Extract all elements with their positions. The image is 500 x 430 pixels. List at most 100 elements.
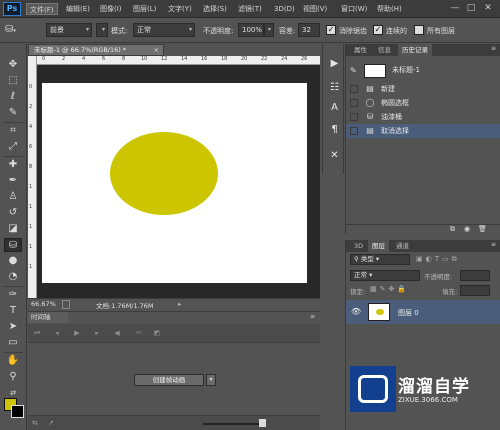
ruler-vertical[interactable]: 0 2 4 6 8 1 1 1 1 1 <box>28 56 37 298</box>
menu-type[interactable]: 文字(Y) <box>165 3 195 15</box>
quick-select-tool-icon[interactable]: ✎ <box>4 106 22 120</box>
history-item-checkbox[interactable] <box>350 127 358 135</box>
menu-select[interactable]: 选择(S) <box>200 3 230 15</box>
dodge-tool-icon[interactable]: ◔ <box>4 270 22 284</box>
minimize-button[interactable]: — <box>448 2 462 15</box>
type-tool-icon[interactable]: T <box>4 304 22 318</box>
menu-view[interactable]: 视图(V) <box>300 3 330 15</box>
trash-icon[interactable]: 🗑 <box>478 225 487 233</box>
fill-source-select[interactable]: 前景 ▾ <box>46 23 92 37</box>
paragraph-icon[interactable]: ¶ <box>327 122 342 137</box>
timeline-tab[interactable]: 时间轴 <box>28 312 68 323</box>
hand-tool-icon[interactable]: ✋ <box>4 354 22 368</box>
tab-properties[interactable]: 属性 <box>350 44 371 56</box>
layer-fill-input[interactable] <box>460 285 490 296</box>
blend-mode-select[interactable]: 正常 ▾ <box>350 270 420 281</box>
history-item[interactable]: ⛁ 油漆桶 <box>346 110 500 124</box>
healing-brush-tool-icon[interactable]: ✚ <box>4 158 22 172</box>
create-frame-animation-button[interactable]: 创建帧动画 <box>134 374 204 386</box>
first-frame-icon[interactable]: ⏮ <box>32 328 42 338</box>
crop-tool-icon[interactable]: ⌗ <box>4 124 22 138</box>
background-color-swatch[interactable] <box>11 405 24 418</box>
loop-icon[interactable]: ⇆ <box>32 419 38 427</box>
play-action-icon[interactable]: ▶ <box>327 56 342 71</box>
eyedropper-tool-icon[interactable]: ⤢ <box>4 140 22 154</box>
history-brush-source-icon[interactable]: ✎ <box>350 66 357 75</box>
visibility-eye-icon[interactable]: 👁 <box>351 307 361 316</box>
info-arrow-icon[interactable]: ▸ <box>178 300 181 308</box>
rectangle-tool-icon[interactable]: ▭ <box>4 336 22 350</box>
tolerance-input[interactable]: 32 <box>298 23 320 37</box>
opacity-input[interactable]: 100% <box>238 23 264 37</box>
layer-name[interactable]: 图层 0 <box>398 308 419 318</box>
history-item-checkbox[interactable] <box>350 99 358 107</box>
paint-bucket-tool-icon[interactable]: ⛁ <box>4 238 22 252</box>
previous-frame-icon[interactable]: ◂ <box>52 328 62 338</box>
layer-filter-icons[interactable]: ▣◐T▭⧉ <box>416 255 460 264</box>
menu-3d[interactable]: 3D(D) <box>271 3 298 15</box>
menu-image[interactable]: 图像(I) <box>97 3 125 15</box>
layer-opacity-input[interactable] <box>460 270 490 281</box>
transition-icon[interactable]: ◩ <box>152 328 162 338</box>
menu-filter[interactable]: 滤镜(T) <box>235 3 265 15</box>
history-item-checkbox[interactable] <box>350 113 358 121</box>
all-layers-checkbox[interactable]: ✓ <box>414 25 424 35</box>
adjustments-icon[interactable]: ☷ <box>327 80 342 95</box>
layer-filter-select[interactable]: ⚲ 类型 ▾ <box>350 254 410 265</box>
opacity-dropdown[interactable]: ▾ <box>264 23 274 37</box>
clone-stamp-tool-icon[interactable]: ♙ <box>4 190 22 204</box>
close-tab-icon[interactable]: × <box>154 45 159 55</box>
path-select-tool-icon[interactable]: ➤ <box>4 320 22 334</box>
timeline-zoom-slider[interactable] <box>203 423 265 425</box>
zoom-level[interactable]: 66.67% <box>31 300 56 308</box>
pattern-picker[interactable]: ▾ <box>96 23 108 37</box>
history-item[interactable]: ▤ 新建 <box>346 82 500 96</box>
new-document-from-state-icon[interactable]: ⧉ <box>450 225 455 234</box>
audio-icon[interactable]: ◀ <box>112 328 122 338</box>
history-item-checkbox[interactable] <box>350 85 358 93</box>
tab-channels[interactable]: 通道 <box>392 240 413 252</box>
blur-tool-icon[interactable]: ● <box>4 254 22 268</box>
ruler-horizontal[interactable]: 0 2 4 6 8 10 12 14 16 18 20 22 24 26 <box>28 56 320 65</box>
tab-3d[interactable]: 3D <box>350 240 367 252</box>
close-button[interactable]: ✕ <box>481 2 495 15</box>
snapshot-camera-icon[interactable]: ◉ <box>464 225 470 233</box>
layer-thumbnail[interactable] <box>368 303 390 321</box>
next-frame-icon[interactable]: ▸ <box>92 328 102 338</box>
tab-history[interactable]: 历史记录 <box>398 44 432 56</box>
snapshot-thumbnail[interactable] <box>364 64 386 78</box>
history-item[interactable]: ◯ 椭圆选框 <box>346 96 500 110</box>
yellow-ellipse-shape[interactable] <box>110 132 218 215</box>
panel-menu-icon[interactable]: ≡ <box>310 313 315 320</box>
maximize-button[interactable]: □ <box>464 2 478 15</box>
tools-preset-icon[interactable]: ✕ <box>327 148 342 163</box>
play-icon[interactable]: ▶ <box>72 328 82 338</box>
pen-tool-icon[interactable]: ✑ <box>4 288 22 302</box>
tab-info[interactable]: 信息 <box>374 44 395 56</box>
snapshot-label[interactable]: 未标题-1 <box>392 65 420 75</box>
timeline-zoom-slider-knob[interactable] <box>259 419 266 427</box>
character-icon[interactable]: A <box>327 100 342 115</box>
move-tool-icon[interactable]: ✥ <box>4 58 22 72</box>
brush-tool-icon[interactable]: ✒ <box>4 174 22 188</box>
tab-layers[interactable]: 图层 <box>368 240 389 252</box>
menu-window[interactable]: 窗口(W) <box>338 3 370 15</box>
marquee-tool-icon[interactable]: ⬚ <box>4 74 22 88</box>
lasso-tool-icon[interactable]: ℓ <box>4 90 22 104</box>
eraser-tool-icon[interactable]: ◪ <box>4 222 22 236</box>
split-icon[interactable]: ✂ <box>134 328 144 338</box>
document-tab[interactable]: 未标题-1 @ 66.7%(RGB/16) * × <box>28 44 164 56</box>
anti-alias-checkbox[interactable]: ✓ <box>326 25 336 35</box>
history-item-selected[interactable]: ▤ 取消选择 <box>346 124 500 138</box>
panel-menu-icon[interactable]: ≡ <box>491 45 496 52</box>
layer-row[interactable]: 👁 图层 0 <box>346 300 500 324</box>
create-animation-dropdown-icon[interactable]: ▾ <box>206 374 216 386</box>
menu-help[interactable]: 帮助(H) <box>374 3 405 15</box>
menu-file[interactable]: 文件(F) <box>26 3 58 15</box>
canvas[interactable] <box>42 83 307 283</box>
export-icon[interactable] <box>62 300 70 309</box>
contiguous-checkbox[interactable]: ✓ <box>373 25 383 35</box>
zoom-tool-icon[interactable]: ⚲ <box>4 370 22 384</box>
menu-edit[interactable]: 编辑(E) <box>63 3 93 15</box>
panel-menu-icon[interactable]: ≡ <box>491 241 496 248</box>
